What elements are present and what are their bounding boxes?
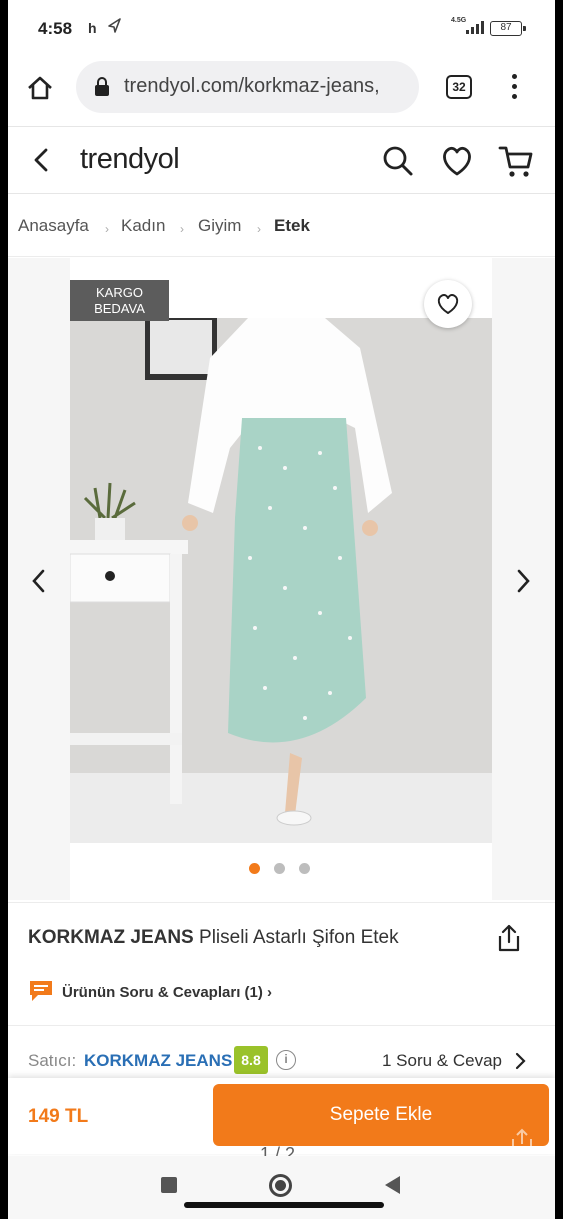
gesture-bar[interactable]	[184, 1202, 384, 1208]
back-arrow-icon[interactable]	[30, 147, 52, 178]
product-qa-link[interactable]: Ürünün Soru & Cevapları (1) ›	[62, 984, 272, 1001]
more-menu-icon[interactable]	[506, 74, 522, 102]
heart-icon	[437, 293, 459, 314]
home-button-icon[interactable]	[269, 1174, 292, 1197]
seller-name-link[interactable]: KORKMAZ JEANS	[84, 1051, 232, 1071]
product-info: KORKMAZ JEANS Pliseli Astarlı Şifon Etek…	[8, 902, 555, 1022]
breadcrumb-current: Etek	[274, 216, 310, 235]
search-icon[interactable]	[382, 145, 414, 182]
question-answer-icon	[28, 979, 54, 1008]
product-name: Pliseli Astarlı Şifon Etek	[199, 927, 399, 948]
seller-qa-link[interactable]: 1 Soru & Cevap	[382, 1051, 502, 1071]
recent-apps-icon[interactable]	[161, 1177, 177, 1193]
status-bar: 4:58 h 4.5G 87	[8, 0, 555, 56]
app-header: trendyol	[8, 126, 555, 194]
location-icon	[106, 17, 122, 40]
brand-logo[interactable]: trendyol	[80, 143, 180, 176]
image-pagination-dots	[249, 861, 324, 879]
product-price: 149 TL	[28, 1106, 89, 1127]
seller-row: Satıcı: KORKMAZ JEANS 8.8 i 1 Soru & Cev…	[8, 1025, 555, 1077]
breadcrumb-item[interactable]: Anasayfa	[18, 216, 89, 236]
phone-screen: 4:58 h 4.5G 87 trendyol.com/korkmaz-jean…	[8, 0, 555, 1219]
breadcrumb: Anasayfa › Kadın › Giyim › Etek	[8, 195, 555, 257]
signal-icon	[464, 20, 486, 39]
breadcrumb-separator: ›	[180, 222, 184, 236]
pagination-dot[interactable]	[249, 863, 260, 874]
breadcrumb-separator: ›	[105, 222, 109, 236]
previous-image-arrow-icon[interactable]	[30, 568, 48, 599]
add-to-cart-button[interactable]: Sepete Ekle	[213, 1084, 549, 1146]
share-overlay-icon[interactable]	[510, 1128, 534, 1159]
system-back-icon[interactable]	[385, 1176, 400, 1194]
pagination-dot[interactable]	[274, 863, 285, 874]
cart-icon[interactable]	[498, 145, 534, 184]
breadcrumb-separator: ›	[257, 222, 261, 236]
favorites-heart-icon[interactable]	[440, 145, 474, 182]
status-time: 4:58	[38, 19, 73, 38]
product-brand[interactable]: KORKMAZ JEANS	[28, 927, 194, 948]
system-navigation-bar	[8, 1156, 555, 1219]
share-icon[interactable]	[496, 923, 522, 958]
product-gallery: KARGO BEDAVA	[8, 258, 555, 900]
chevron-right-icon[interactable]	[514, 1052, 526, 1075]
breadcrumb-item[interactable]: Kadın	[121, 216, 165, 236]
add-to-favorites-button[interactable]	[424, 280, 472, 328]
browser-toolbar: trendyol.com/korkmaz-jeans, 32	[8, 56, 555, 124]
info-icon[interactable]: i	[276, 1050, 296, 1070]
lock-icon	[94, 77, 110, 102]
carrier-indicator: h	[88, 20, 97, 36]
free-shipping-badge: KARGO BEDAVA	[70, 280, 169, 321]
next-image-arrow-icon[interactable]	[514, 568, 532, 599]
product-image[interactable]	[70, 318, 492, 843]
seller-label: Satıcı:	[28, 1051, 77, 1070]
badge-line-2: BEDAVA	[94, 301, 145, 316]
url-text[interactable]: trendyol.com/korkmaz-jeans,	[124, 75, 414, 98]
battery-icon: 87	[490, 21, 526, 36]
seller-score-badge: 8.8	[234, 1046, 268, 1074]
pagination-dot[interactable]	[299, 863, 310, 874]
tab-switcher-button[interactable]: 32	[446, 75, 472, 99]
badge-line-1: KARGO	[96, 285, 143, 300]
product-title: KORKMAZ JEANS Pliseli Astarlı Şifon Etek	[28, 927, 399, 949]
breadcrumb-item[interactable]: Giyim	[198, 216, 241, 236]
purchase-bar: 149 TL Sepete Ekle	[8, 1078, 555, 1154]
home-icon[interactable]	[26, 74, 54, 107]
